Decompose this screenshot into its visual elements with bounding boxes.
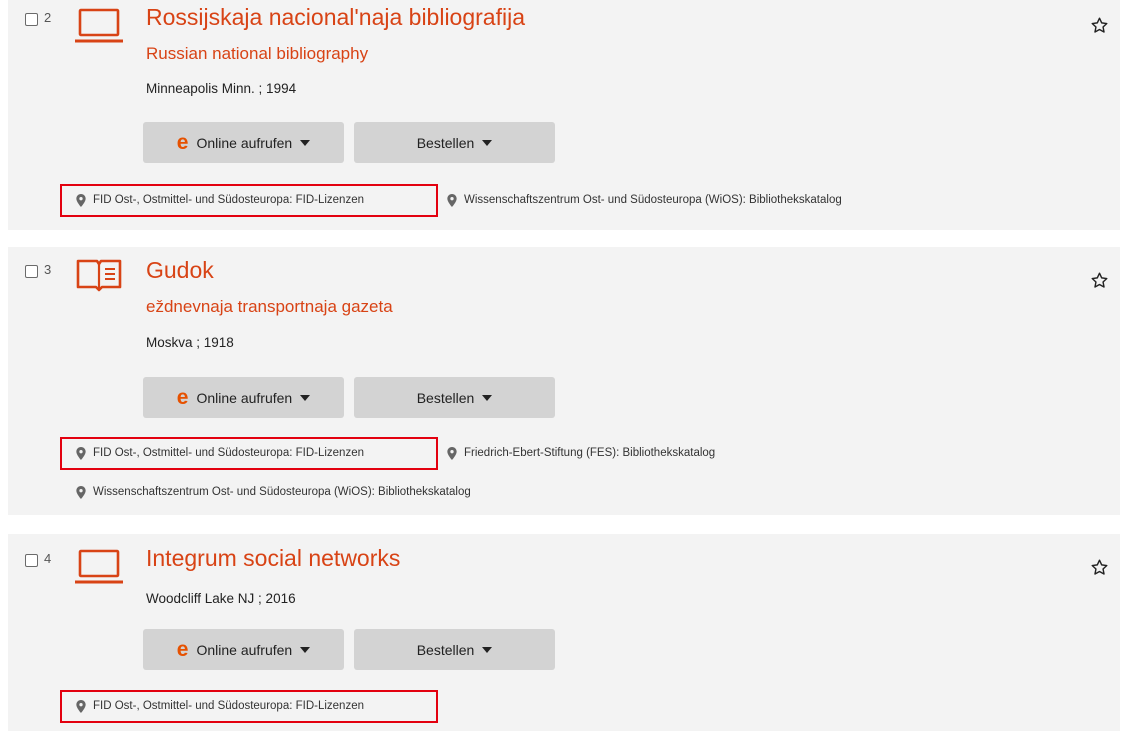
e-resource-icon: e xyxy=(176,131,189,154)
result-number: 4 xyxy=(44,551,52,566)
location-link[interactable]: Friedrich-Ebert-Stiftung (FES): Biblioth… xyxy=(447,443,715,463)
caret-down-icon xyxy=(482,139,493,146)
location-link[interactable]: FID Ost-, Ostmittel- und Südosteuropa: F… xyxy=(76,696,364,716)
publication-info: Woodcliff Lake NJ ; 2016 xyxy=(146,591,296,606)
online-access-label: Online aufrufen xyxy=(196,134,293,151)
map-marker-icon xyxy=(447,193,457,207)
online-access-button[interactable]: e Online aufrufen xyxy=(143,377,344,418)
online-access-label: Online aufrufen xyxy=(196,641,293,658)
caret-down-icon xyxy=(300,646,311,653)
result-title[interactable]: Gudok xyxy=(146,257,214,284)
select-checkbox[interactable] xyxy=(25,554,38,567)
caret-down-icon xyxy=(300,394,311,401)
order-button[interactable]: Bestellen xyxy=(354,122,555,163)
map-marker-icon xyxy=(447,446,457,460)
result-title[interactable]: Integrum social networks xyxy=(146,545,400,572)
order-button[interactable]: Bestellen xyxy=(354,629,555,670)
location-link[interactable]: Wissenschaftszentrum Ost- und Südosteuro… xyxy=(447,190,842,210)
order-label: Bestellen xyxy=(416,641,475,658)
results-list: 2 Rossijskaja nacional'naja bibliografij… xyxy=(0,0,1133,731)
result-item: 4 Integrum social networks Woodcliff Lak… xyxy=(8,534,1120,731)
result-item: 3 Gudok eždnevnaja transportnaja gazeta … xyxy=(8,247,1120,515)
e-resource-icon: e xyxy=(176,638,189,661)
result-item: 2 Rossijskaja nacional'naja bibliografij… xyxy=(8,0,1120,230)
result-subtitle[interactable]: Russian national bibliography xyxy=(146,44,368,64)
result-subtitle[interactable]: eždnevnaja transportnaja gazeta xyxy=(146,297,393,317)
online-access-label: Online aufrufen xyxy=(196,389,293,406)
select-checkbox[interactable] xyxy=(25,265,38,278)
location-label: FID Ost-, Ostmittel- und Südosteuropa: F… xyxy=(93,700,364,712)
laptop-icon xyxy=(75,549,123,584)
location-link[interactable]: Wissenschaftszentrum Ost- und Südosteuro… xyxy=(76,482,471,502)
caret-down-icon xyxy=(482,394,493,401)
e-resource-icon: e xyxy=(176,386,189,409)
location-label: FID Ost-, Ostmittel- und Südosteuropa: F… xyxy=(93,447,364,459)
result-number: 2 xyxy=(44,10,52,25)
location-label: Wissenschaftszentrum Ost- und Südosteuro… xyxy=(464,194,842,206)
laptop-icon xyxy=(75,8,123,43)
map-marker-icon xyxy=(76,193,86,207)
location-label: Friedrich-Ebert-Stiftung (FES): Biblioth… xyxy=(464,447,716,459)
caret-down-icon xyxy=(482,646,493,653)
location-link[interactable]: FID Ost-, Ostmittel- und Südosteuropa: F… xyxy=(76,443,364,463)
map-marker-icon xyxy=(76,446,86,460)
online-access-button[interactable]: e Online aufrufen xyxy=(143,629,344,670)
publication-info: Minneapolis Minn. ; 1994 xyxy=(146,81,297,96)
map-marker-icon xyxy=(76,485,86,499)
order-button[interactable]: Bestellen xyxy=(354,377,555,418)
publication-info: Moskva ; 1918 xyxy=(146,335,234,350)
order-label: Bestellen xyxy=(416,134,475,151)
open-book-icon xyxy=(76,259,122,292)
bookmark-star-icon[interactable] xyxy=(1090,16,1109,35)
select-checkbox[interactable] xyxy=(25,13,38,26)
map-marker-icon xyxy=(76,699,86,713)
bookmark-star-icon[interactable] xyxy=(1090,558,1109,577)
online-access-button[interactable]: e Online aufrufen xyxy=(143,122,344,163)
location-label: Wissenschaftszentrum Ost- und Südosteuro… xyxy=(93,486,471,498)
caret-down-icon xyxy=(300,139,311,146)
bookmark-star-icon[interactable] xyxy=(1090,271,1109,290)
location-link[interactable]: FID Ost-, Ostmittel- und Südosteuropa: F… xyxy=(76,190,364,210)
order-label: Bestellen xyxy=(416,389,475,406)
result-title[interactable]: Rossijskaja nacional'naja bibliografija xyxy=(146,4,525,31)
location-label: FID Ost-, Ostmittel- und Südosteuropa: F… xyxy=(93,194,364,206)
result-number: 3 xyxy=(44,262,52,277)
